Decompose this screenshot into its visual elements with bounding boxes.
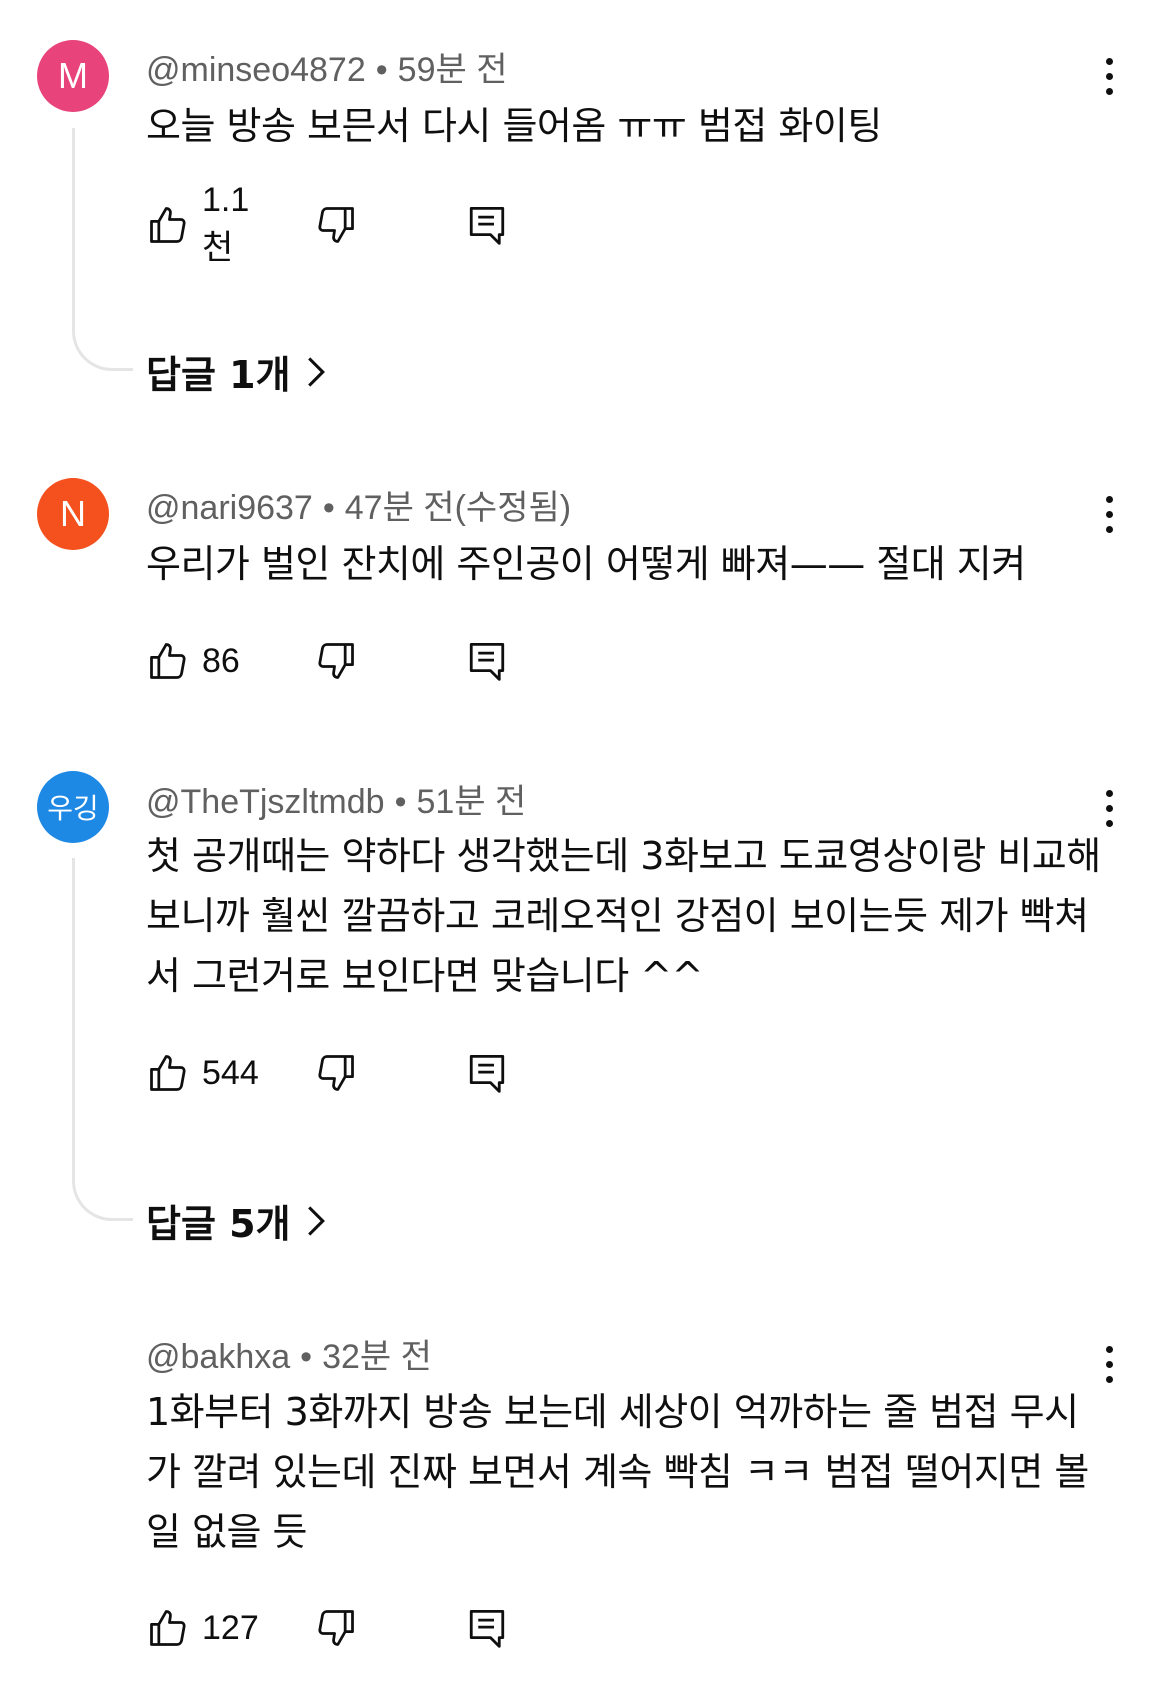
reply-comment-icon [466,203,508,247]
more-vert-icon [1105,790,1113,797]
dislike-button[interactable] [314,631,358,691]
chevron-right-icon [305,1204,327,1238]
timestamp: 32분 전 [322,1338,432,1376]
comment-text: 첫 공개때는 약하다 생각했는데 3화보고 도쿄영상이랑 비교해보니까 훨씬 깔… [146,834,1101,998]
thumbs-up-icon [146,1606,190,1650]
author-name[interactable]: @TheTjszltmdb [146,783,385,821]
timestamp: 59분 전 [397,51,508,89]
reply-button[interactable] [466,631,508,691]
dislike-button[interactable] [314,195,358,255]
more-vert-icon [1105,496,1113,503]
reply-comment-icon [466,639,508,683]
comment-text: 1화부터 3화까지 방송 보는데 세상이 억까하는 줄 범접 무시가 깔려 있는… [146,1390,1089,1554]
like-button[interactable]: 1.1천 [146,181,249,267]
replies-toggle[interactable]: 답글 5개 [146,1193,327,1248]
chevron-right-icon [305,355,327,389]
more-options-button[interactable] [1104,496,1114,533]
more-vert-icon [1105,58,1113,65]
dislike-button[interactable] [314,1043,358,1103]
replies-label: 답글 1개 [146,353,291,397]
thumbs-down-icon [314,1606,358,1650]
more-options-button[interactable] [1104,1346,1114,1383]
like-button[interactable]: 86 [146,631,240,691]
author-name[interactable]: @nari9637 [146,489,313,527]
thumbs-up-icon [146,639,190,683]
thumbs-up-icon [146,1051,190,1095]
timestamp: 47분 전(수정됨) [344,489,572,527]
thumbs-up-icon [146,203,190,247]
timestamp: 51분 전 [416,783,527,821]
reply-button[interactable] [466,1043,508,1103]
avatar[interactable]: 우깅 [37,771,109,843]
reply-comment-icon [466,1051,508,1095]
comment-meta: @bakhxa • 32분 전 [146,1338,432,1376]
more-vert-icon [1105,1346,1113,1353]
more-options-button[interactable] [1104,58,1114,95]
author-name[interactable]: @bakhxa [146,1338,290,1376]
like-count: 127 [202,1608,259,1647]
comment-text: 오늘 방송 보믄서 다시 들어옴 ㅠㅠ 범접 화이팅 [146,104,882,148]
avatar[interactable]: N [37,478,109,550]
reply-button[interactable] [466,1598,508,1658]
comment-meta: @nari9637 • 47분 전(수정됨) [146,489,572,527]
replies-toggle[interactable]: 답글 1개 [146,344,327,399]
thumbs-down-icon [314,1051,358,1095]
avatar[interactable]: M [37,40,109,112]
more-options-button[interactable] [1104,790,1114,827]
dislike-button[interactable] [314,1598,358,1658]
author-name[interactable]: @minseo4872 [146,51,366,89]
like-count: 86 [202,641,240,680]
comment-text: 우리가 벌인 잔치에 주인공이 어떻게 빠져—— 절대 지켜 [146,542,1026,586]
like-button[interactable]: 127 [146,1598,259,1658]
comment-meta: @minseo4872 • 59분 전 [146,51,508,89]
thumbs-down-icon [314,203,358,247]
replies-label: 답글 5개 [146,1202,291,1246]
thumbs-down-icon [314,639,358,683]
thread-connector [72,858,133,1221]
like-count: 544 [202,1053,259,1092]
thread-connector [72,128,133,371]
reply-comment-icon [466,1606,508,1650]
like-button[interactable]: 544 [146,1043,259,1103]
like-count: 1.1천 [202,181,250,267]
reply-button[interactable] [466,195,508,255]
comment-meta: @TheTjszltmdb • 51분 전 [146,783,527,821]
